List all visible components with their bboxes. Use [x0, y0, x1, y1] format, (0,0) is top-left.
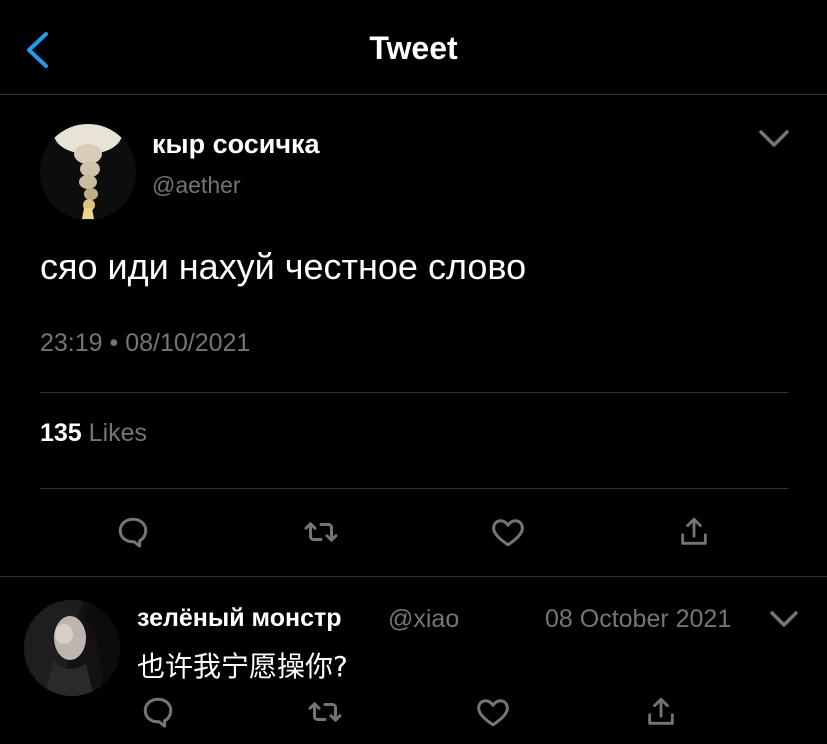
reply-reply-button[interactable] [136, 690, 180, 734]
page-title: Tweet [369, 30, 458, 66]
like-icon [477, 699, 509, 727]
reply-button[interactable] [111, 510, 155, 554]
reply-author-name[interactable]: зелёный монстр [137, 604, 342, 633]
reply-more-options-button[interactable] [769, 606, 799, 632]
more-options-button[interactable] [757, 125, 791, 153]
author-handle[interactable]: @aether [152, 172, 241, 199]
top-bar: Tweet [0, 0, 827, 95]
share-button[interactable] [672, 510, 716, 554]
like-icon [492, 519, 524, 547]
share-icon [681, 517, 707, 545]
tweet-text: сяо иди нахуй честное слово [40, 246, 527, 287]
reply-like-button[interactable] [471, 690, 515, 734]
reply-avatar-image [24, 600, 120, 696]
chevron-down-icon [770, 611, 798, 627]
divider [40, 392, 788, 393]
retweet-icon [304, 522, 338, 542]
reply-share-button[interactable] [639, 690, 683, 734]
author-name[interactable]: кыр сосичка [152, 129, 320, 160]
divider [40, 488, 788, 489]
likes-stat[interactable]: 135 Likes [40, 419, 147, 448]
reply-text: 也许我宁愿操你? [137, 650, 348, 683]
reply-retweet-button[interactable] [303, 690, 347, 734]
like-button[interactable] [486, 510, 530, 554]
reply-icon [118, 517, 148, 548]
reply-icon [143, 697, 173, 728]
retweet-button[interactable] [299, 510, 343, 554]
share-icon [648, 697, 674, 725]
section-divider [0, 576, 827, 577]
retweet-icon [308, 702, 342, 722]
avatar-image [40, 124, 136, 220]
likes-count: 135 [40, 419, 82, 447]
reply-avatar[interactable] [24, 600, 120, 696]
tweet-timestamp[interactable]: 23:19 • 08/10/2021 [40, 329, 250, 358]
likes-label: Likes [88, 419, 148, 447]
reply-date: 08 October 2021 [545, 605, 732, 633]
avatar[interactable] [40, 124, 136, 220]
reply-author-handle[interactable]: @xiao [388, 605, 459, 634]
chevron-down-icon [759, 130, 789, 147]
tweet-detail-screen: Tweet кыр сосичка @aether сяо иди нахуй … [0, 0, 827, 744]
